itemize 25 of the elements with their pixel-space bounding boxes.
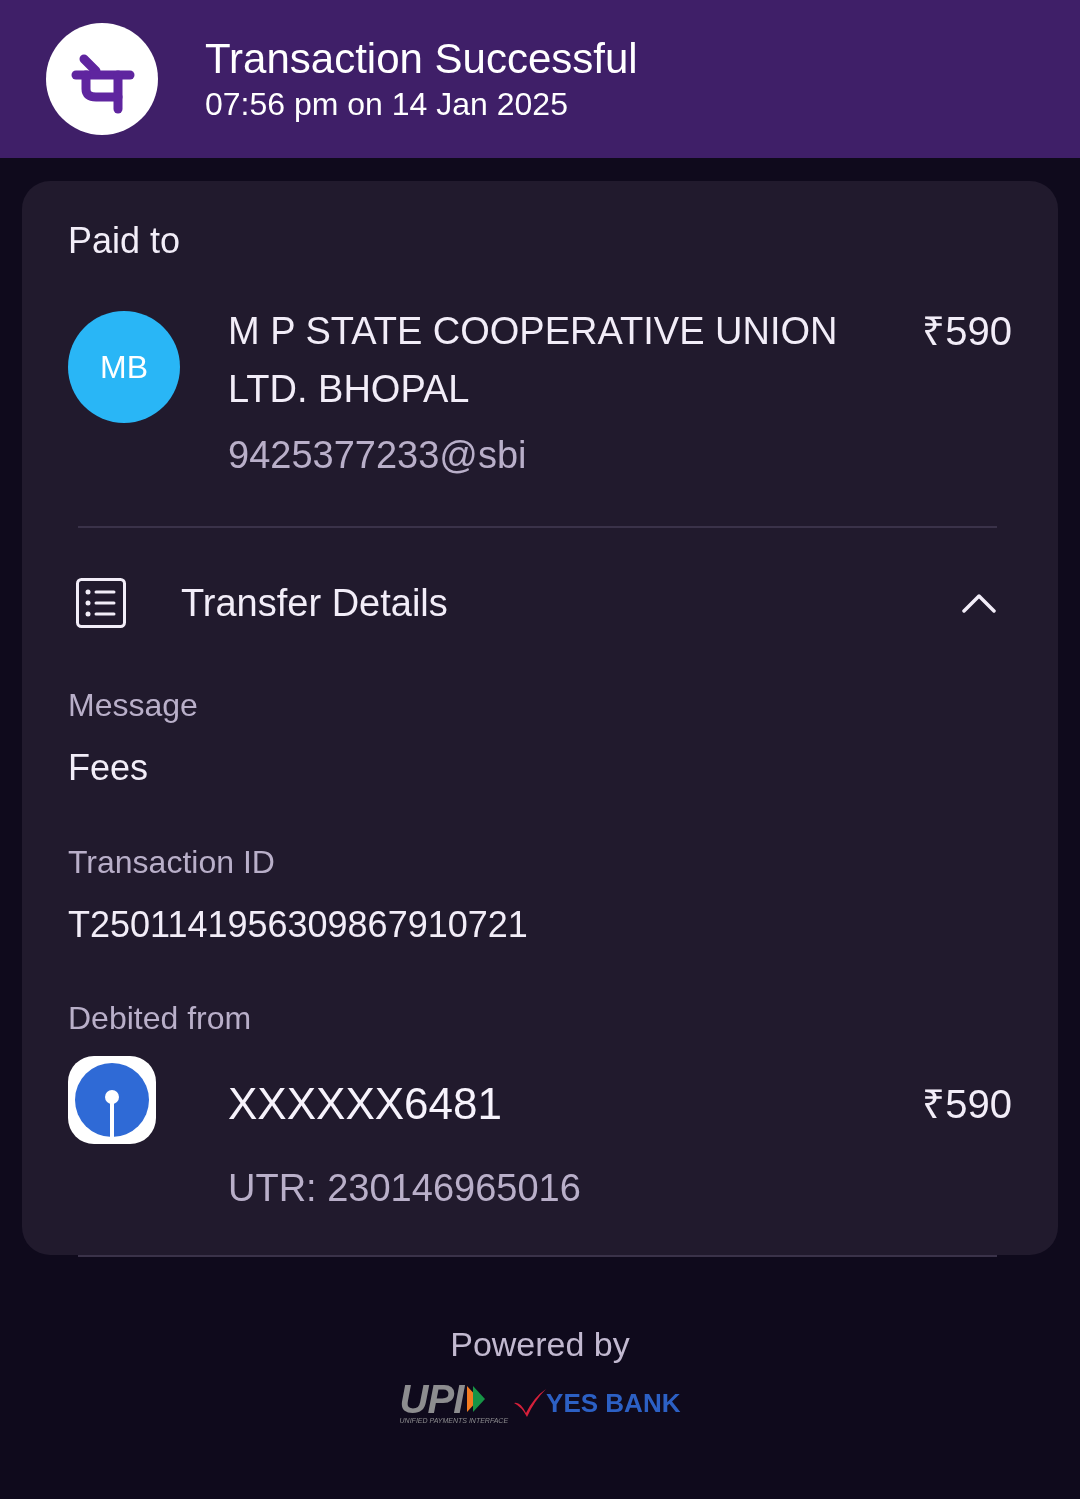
- utr-number: UTR: 230146965016: [228, 1167, 582, 1209]
- app-logo-icon: [46, 23, 158, 135]
- triangle-mark-icon: [467, 1386, 486, 1412]
- amount: ₹590: [922, 308, 1012, 355]
- bank-icon: [68, 1056, 156, 1144]
- payee-name: M P STATE COOPERATIVE UNION LTD. BHOPAL: [228, 309, 839, 412]
- field-label: Debited from: [68, 999, 253, 1038]
- powered-by-label: Powered by: [449, 1324, 631, 1365]
- field-value: T2501141956309867910721: [68, 903, 529, 947]
- chevron-up-icon: [962, 593, 996, 613]
- section-label: Paid to: [68, 219, 182, 263]
- upi-id: 9425377233@sbi: [228, 434, 528, 476]
- amount: ₹590: [922, 1081, 1012, 1128]
- field-label: Message: [68, 686, 199, 725]
- transfer-details-toggle[interactable]: Transfer Details: [68, 578, 1012, 628]
- upi-logo-text: UPI: [399, 1381, 464, 1417]
- bank-name: YES BANK: [546, 1388, 681, 1418]
- avatar-initials: MB: [68, 311, 180, 423]
- account-number: XXXXXX6481: [228, 1078, 502, 1130]
- date-time: 07:56 pm on 14 Jan 2025: [205, 85, 569, 124]
- field-value: Fees: [68, 746, 150, 790]
- list-icon: [76, 578, 126, 628]
- status-title: Transaction Successful: [205, 34, 638, 84]
- field-label: Transaction ID: [68, 843, 276, 882]
- tick-icon: [514, 1389, 547, 1417]
